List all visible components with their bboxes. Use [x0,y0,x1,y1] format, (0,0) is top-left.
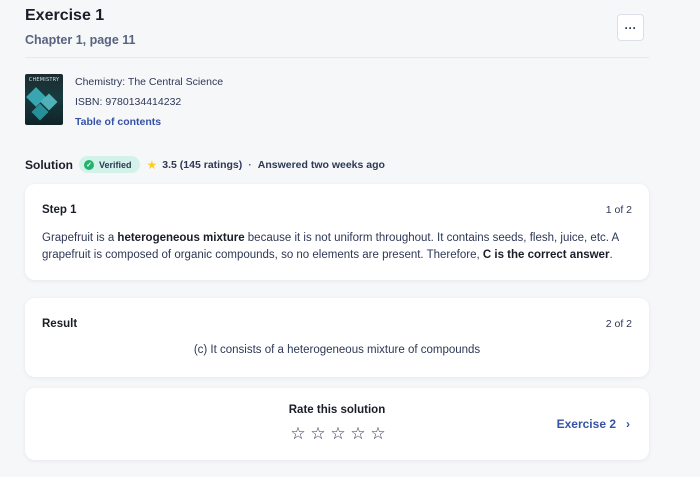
verified-label: Verified [99,159,132,170]
header-divider [25,57,649,58]
result-counter: 2 of 2 [605,318,632,330]
verified-badge: ✓ Verified [79,156,140,173]
step-card: Step 1 1 of 2 Grapefruit is a heterogene… [25,184,649,280]
star-icon: ★ [146,157,158,172]
rate-title: Rate this solution [288,404,386,416]
book-cover-image[interactable]: CHEMISTRY [25,74,63,125]
table-of-contents-link[interactable]: Table of contents [75,116,223,136]
book-info: CHEMISTRY Chemistry: The Central Science… [25,74,223,136]
result-heading: Result [42,318,78,330]
book-isbn: ISBN: 9780134414232 [75,96,182,108]
page-header: Exercise 1 Chapter 1, page 11 [25,7,135,47]
result-card: Result 2 of 2 (c) It consists of a heter… [25,298,649,377]
step-counter: 1 of 2 [605,204,632,216]
next-exercise-link[interactable]: Exercise 2 › [557,417,630,431]
next-exercise-label: Exercise 2 [556,417,616,431]
rate-star-4-icon[interactable]: ☆ [348,424,368,444]
step-explanation: Grapefruit is a heterogeneous mixture be… [42,232,619,261]
rate-star-1-icon[interactable]: ☆ [288,424,308,444]
chevron-right-icon: › [626,417,630,431]
rate-star-3-icon[interactable]: ☆ [328,424,348,444]
page-title: Exercise 1 [25,7,105,24]
solution-label: Solution [25,157,73,172]
solution-meta: Solution ✓ Verified ★ 3.5 (145 ratings) … [25,156,385,173]
more-options-button[interactable]: ··· [617,14,644,41]
rate-star-2-icon[interactable]: ☆ [308,424,328,444]
rating-text: 3.5 (145 ratings) [162,158,243,171]
rate-star-5-icon[interactable]: ☆ [368,424,388,444]
cover-title: CHEMISTRY [28,77,60,83]
answered-time: Answered two weeks ago [257,158,385,171]
book-title[interactable]: Chemistry: The Central Science [75,76,223,96]
check-icon: ✓ [84,159,94,170]
ellipsis-icon: ··· [624,20,637,35]
separator-dot: · [248,158,252,171]
chapter-subtitle: Chapter 1, page 11 [25,33,136,47]
result-answer: (c) It consists of a heterogeneous mixtu… [193,344,481,356]
step-heading: Step 1 [42,204,77,216]
rate-card: Rate this solution ☆ ☆ ☆ ☆ ☆ Exercise 2 … [25,388,649,460]
rating-stars: ☆ ☆ ☆ ☆ ☆ [288,424,388,444]
